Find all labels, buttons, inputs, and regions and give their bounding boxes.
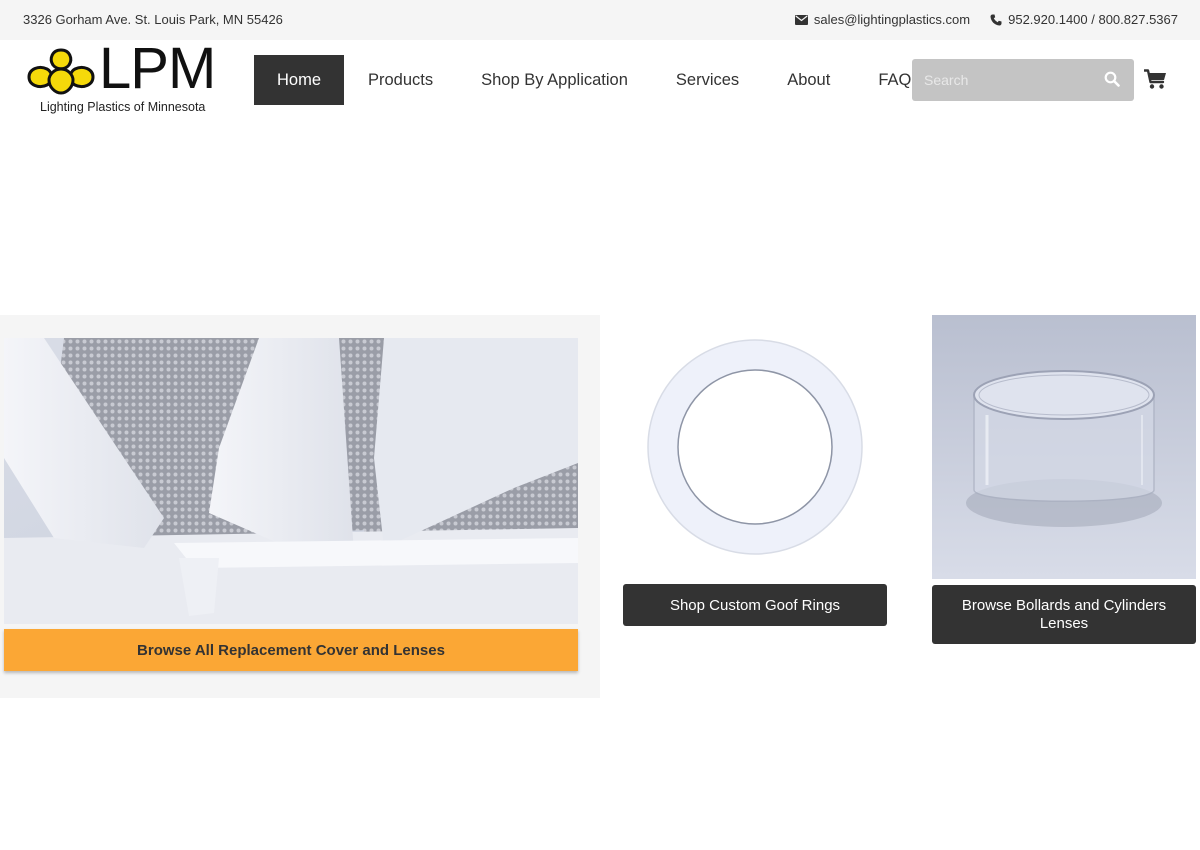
cart-icon: [1143, 69, 1166, 89]
email-link[interactable]: sales@lightingplastics.com: [794, 12, 971, 27]
browse-bollards-button[interactable]: Browse Bollards and Cylinders Lenses: [932, 585, 1196, 644]
goof-ring-image[interactable]: [623, 320, 887, 578]
address-text: 3326 Gorham Ave. St. Louis Park, MN 5542…: [23, 12, 283, 27]
shop-goof-rings-button[interactable]: Shop Custom Goof Rings: [623, 584, 887, 626]
logo-letters: LPM: [99, 36, 216, 101]
phone-link[interactable]: 952.920.1400 / 800.827.5367: [990, 12, 1178, 27]
contact-info: sales@lightingplastics.com 952.920.1400 …: [794, 12, 1178, 27]
nav-item-products[interactable]: Products: [368, 55, 433, 105]
cart-button[interactable]: [1143, 69, 1167, 95]
nav-item-shop-by-application[interactable]: Shop By Application: [481, 55, 628, 105]
covers-lenses-image[interactable]: [4, 338, 578, 624]
site-logo[interactable]: LPM Lighting Plastics of Minnesota: [25, 39, 235, 117]
phone-text: 952.920.1400 / 800.827.5367: [1008, 12, 1178, 27]
top-bar: 3326 Gorham Ave. St. Louis Park, MN 5542…: [0, 0, 1200, 40]
nav-item-services[interactable]: Services: [676, 55, 739, 105]
nav-item-faq[interactable]: FAQ: [878, 55, 911, 105]
nav-item-home[interactable]: Home: [254, 55, 344, 105]
search-box: [912, 59, 1134, 101]
nav-item-about[interactable]: About: [787, 55, 830, 105]
browse-covers-button[interactable]: Browse All Replacement Cover and Lenses: [4, 629, 578, 671]
main-nav: Home Products Shop By Application Servic…: [254, 55, 911, 105]
phone-icon: [990, 14, 1002, 25]
search-icon: [1104, 71, 1120, 87]
cylinder-lens-image[interactable]: [932, 315, 1196, 579]
logo-tagline: Lighting Plastics of Minnesota: [40, 100, 206, 114]
search-button[interactable]: [1104, 71, 1120, 92]
email-text: sales@lightingplastics.com: [813, 12, 971, 27]
envelope-icon: [794, 14, 808, 25]
logo-mark-icon: [27, 48, 95, 95]
search-input[interactable]: [912, 59, 1092, 101]
